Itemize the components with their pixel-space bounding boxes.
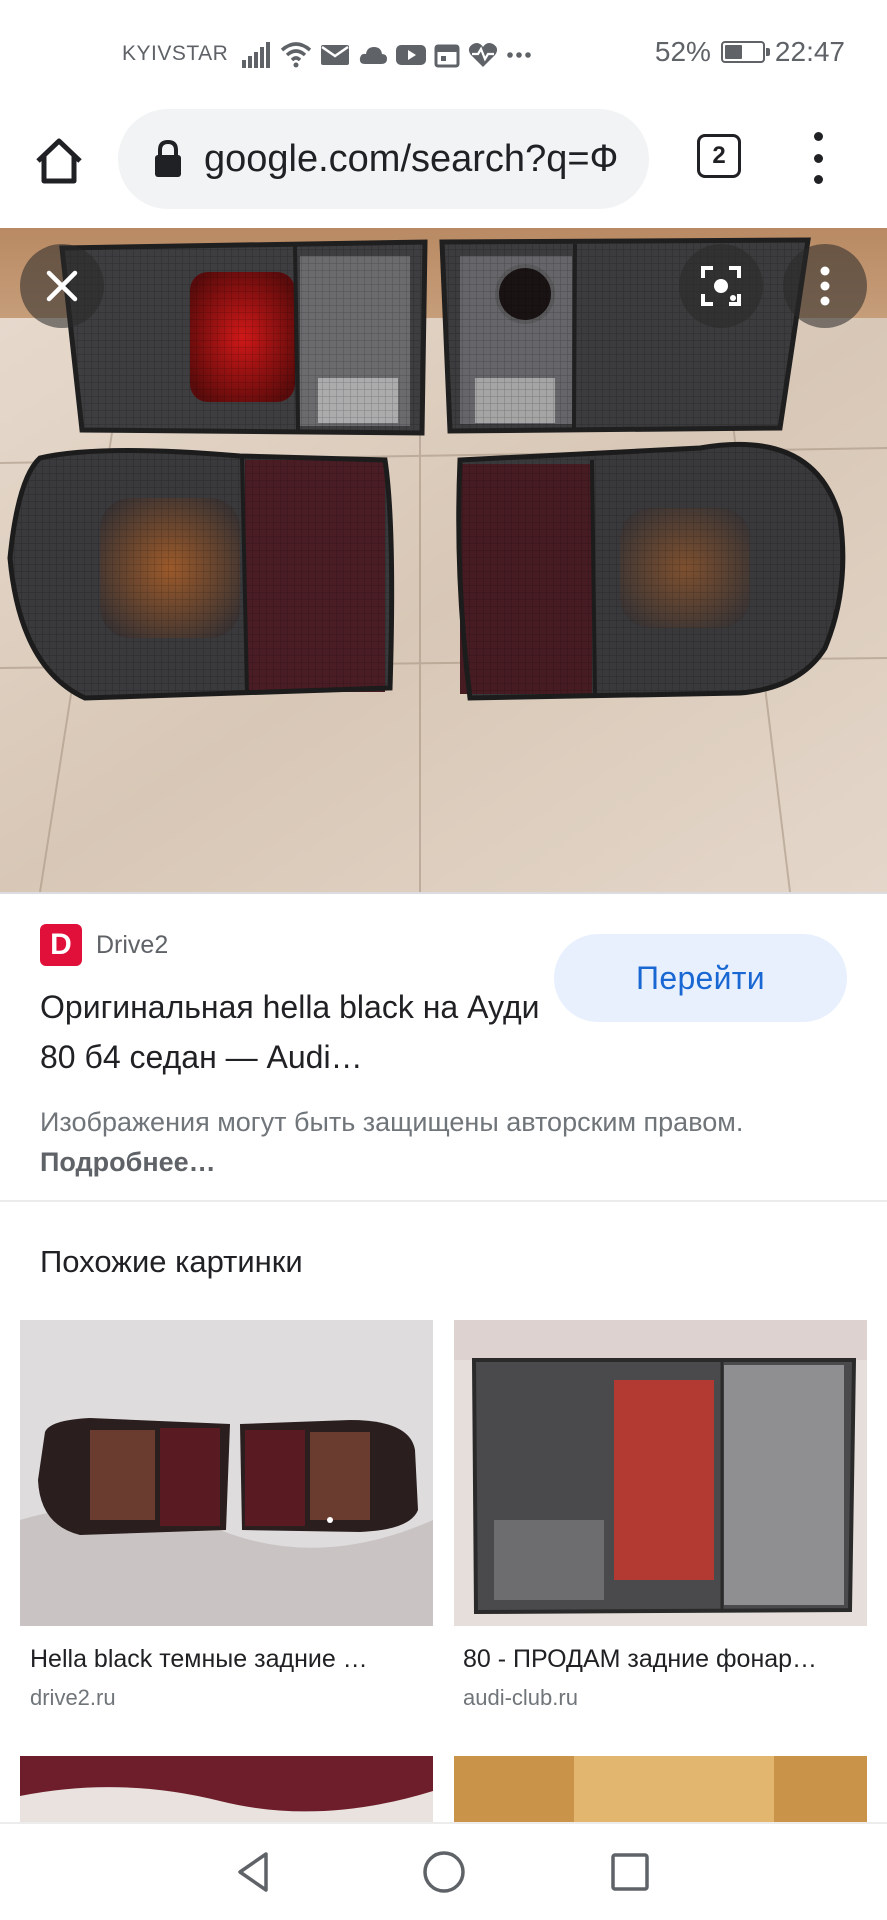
status-right: 52% 22:47	[655, 36, 845, 68]
close-image-button[interactable]	[20, 244, 104, 328]
battery-icon	[720, 41, 770, 63]
image-more-options-button[interactable]	[783, 244, 867, 328]
home-circle-icon	[423, 1851, 465, 1893]
home-button[interactable]	[30, 132, 88, 190]
source-name: Drive2	[96, 930, 169, 959]
menu-dot-icon	[813, 132, 823, 141]
heart-rate-icon	[468, 43, 498, 67]
lock-icon[interactable]	[152, 139, 184, 179]
back-triangle-icon	[238, 1852, 268, 1892]
recents-square-icon	[611, 1853, 649, 1891]
tab-switcher-button[interactable]: 2	[697, 134, 741, 178]
menu-dot-icon	[813, 175, 823, 184]
related-image-title[interactable]: 80 - ПРОДАМ задние фонар…	[463, 1645, 855, 1674]
battery-fill	[724, 45, 742, 59]
mail-icon	[321, 45, 349, 65]
home-icon	[36, 138, 82, 184]
result-source[interactable]: D Drive2	[40, 924, 168, 966]
related-image-domain: drive2.ru	[30, 1685, 116, 1710]
result-title[interactable]: Оригинальная hella black на Ауди 80 б4 с…	[40, 982, 540, 1082]
browser-menu-button[interactable]	[800, 126, 836, 190]
carrier-name: KYIVSTAR	[122, 42, 229, 65]
cloud-icon	[359, 47, 387, 64]
lens-icon	[701, 266, 741, 306]
browser-toolbar: google.com/search?q=Ф 2	[0, 104, 887, 228]
youtube-icon	[396, 45, 426, 65]
related-image-domain: audi-club.ru	[463, 1685, 578, 1710]
related-image-title[interactable]: Hella black темные задние …	[30, 1645, 422, 1674]
copyright-text: Изображения могут быть защищены авторски…	[40, 1107, 744, 1137]
menu-dot-icon	[813, 153, 823, 163]
thumbnail-preview	[454, 1756, 867, 1826]
visit-button[interactable]: Перейти	[554, 934, 847, 1022]
more-icon	[507, 52, 531, 58]
related-image-thumbnail[interactable]	[454, 1320, 867, 1626]
clock: 22:47	[774, 36, 845, 67]
copyright-notice: Изображения могут быть защищены авторски…	[40, 1102, 840, 1182]
battery-percent: 52%	[654, 36, 711, 67]
taillights-photo	[0, 228, 887, 892]
close-icon	[46, 270, 78, 302]
wifi-icon	[280, 42, 312, 68]
more-vert-icon	[820, 266, 830, 306]
home-nav-button[interactable]	[414, 1842, 474, 1902]
divider	[0, 892, 887, 894]
related-image-thumbnail[interactable]	[20, 1320, 433, 1626]
source-favicon: D	[40, 924, 82, 966]
status-icons	[242, 38, 532, 72]
divider	[0, 1200, 887, 1202]
url-text[interactable]: google.com/search?q=Ф	[204, 138, 618, 181]
learn-more-link[interactable]: Подробнее…	[40, 1147, 216, 1177]
google-lens-button[interactable]	[679, 244, 763, 328]
system-nav-bar	[0, 1822, 887, 1920]
signal-icon	[242, 42, 270, 68]
address-bar[interactable]: google.com/search?q=Ф	[118, 109, 649, 209]
back-button[interactable]	[224, 1842, 284, 1902]
related-image-thumbnail[interactable]	[20, 1756, 433, 1826]
calendar-icon	[434, 44, 460, 68]
thumbnail-preview	[20, 1756, 433, 1826]
main-image[interactable]	[0, 228, 887, 892]
recents-button[interactable]	[600, 1842, 660, 1902]
related-images-heading: Похожие картинки	[40, 1244, 303, 1279]
related-image-thumbnail[interactable]	[454, 1756, 867, 1826]
status-bar: KYIVSTAR 52% 22:47	[0, 0, 887, 104]
taillights-thumbnail	[20, 1320, 433, 1626]
taillight-thumbnail	[454, 1320, 867, 1626]
